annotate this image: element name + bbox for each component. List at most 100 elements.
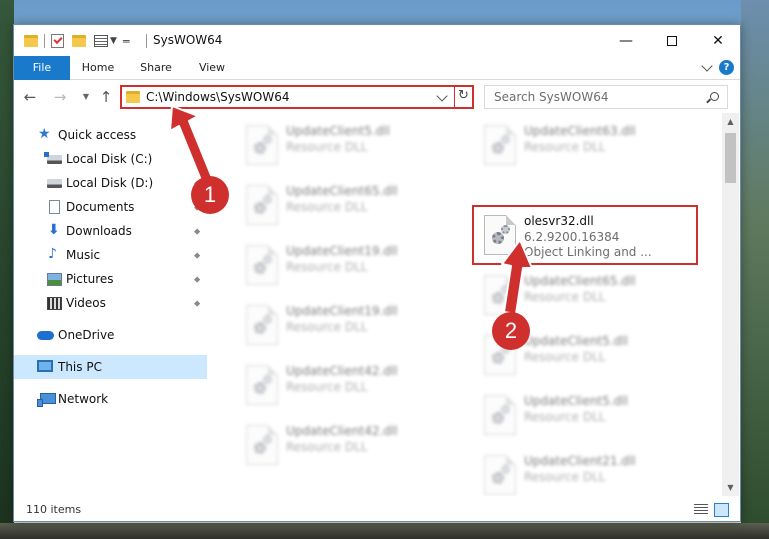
properties-check-icon[interactable]	[51, 34, 64, 48]
sidebar-item-music[interactable]: ♪ Music ⬥	[14, 243, 207, 267]
scroll-up-icon[interactable]: ▲	[722, 113, 739, 130]
sidebar-item-network[interactable]: Network	[14, 387, 207, 411]
pin-icon: ⬥	[194, 299, 201, 309]
file-name: UpdateClient63.dll	[524, 124, 636, 138]
quick-access-toolbar: ▼ ═	[24, 33, 130, 49]
minimize-button[interactable]: —	[603, 25, 649, 56]
customize-toolbar-arrow-icon[interactable]: ═	[123, 35, 130, 48]
sidebar-item-label: This PC	[58, 360, 102, 374]
sidebar-item-label: Music	[66, 248, 101, 262]
file-name: UpdateClient19.dll	[286, 244, 398, 258]
search-icon[interactable]	[710, 92, 719, 101]
file-item[interactable]: UpdateClient5.dll Resource DLL	[472, 387, 708, 443]
address-path[interactable]: C:\Windows\SysWOW64	[146, 90, 290, 104]
file-item[interactable]: UpdateClient5.dll Resource DLL	[234, 117, 470, 173]
dll-file-icon	[484, 125, 516, 165]
sidebar-item-downloads[interactable]: ⬇ Downloads ⬥	[14, 219, 207, 243]
file-name: UpdateClient42.dll	[286, 424, 398, 438]
status-bar: 110 items	[14, 499, 740, 521]
tab-share[interactable]: Share	[136, 56, 176, 80]
file-name: UpdateClient65.dll	[524, 274, 636, 288]
sidebar-item-local-disk-c[interactable]: Local Disk (C:) ⬥	[14, 147, 207, 171]
sidebar-item-this-pc[interactable]: This PC	[14, 355, 207, 379]
up-button[interactable]: ↑	[96, 87, 116, 107]
sidebar-item-label: Documents	[66, 200, 135, 214]
drive-icon	[47, 179, 62, 188]
sidebar-item-documents[interactable]: Documents ⬥	[14, 195, 207, 219]
dll-file-icon	[246, 425, 278, 465]
pin-icon: ⬥	[194, 275, 201, 285]
file-item[interactable]: UpdateClient42.dll Resource DLL	[234, 357, 470, 413]
folder-icon	[24, 35, 38, 47]
scrollbar-thumb[interactable]	[725, 133, 736, 183]
search-box[interactable]: Search SysWOW64	[484, 85, 728, 109]
sidebar-item-pictures[interactable]: Pictures ⬥	[14, 267, 207, 291]
videos-icon	[47, 297, 62, 310]
dll-file-icon	[246, 245, 278, 285]
background-tree-right	[741, 0, 769, 539]
file-item[interactable]: UpdateClient19.dll Resource DLL	[234, 237, 470, 293]
file-type: Resource DLL	[524, 470, 606, 484]
pin-icon: ⬥	[194, 155, 201, 165]
sidebar-item-label: Pictures	[66, 272, 114, 286]
sidebar-item-local-disk-d[interactable]: Local Disk (D:) ⬥	[14, 171, 207, 195]
rename-icon[interactable]	[94, 35, 108, 47]
details-view-icon[interactable]	[694, 504, 708, 516]
navigation-bar: ← → ▼ ↑ C:\Windows\SysWOW64 ↻ Search Sys…	[14, 81, 740, 113]
expand-ribbon-chevron-icon[interactable]	[701, 59, 713, 72]
file-item[interactable]: UpdateClient63.dll Resource DLL	[472, 117, 708, 173]
file-name: UpdateClient42.dll	[286, 364, 398, 378]
close-icon: ✕	[712, 32, 724, 49]
sidebar-item-label: Downloads	[66, 224, 132, 238]
tab-home[interactable]: Home	[78, 56, 118, 80]
tab-file[interactable]: File	[14, 56, 70, 80]
forward-button[interactable]: →	[50, 87, 70, 107]
maximize-button[interactable]	[649, 25, 695, 56]
help-icon[interactable]: ?	[719, 60, 734, 75]
sidebar-item-label: Network	[58, 392, 109, 406]
highlight-box-olesvr32	[472, 205, 698, 265]
search-input[interactable]: Search SysWOW64	[494, 90, 608, 104]
dll-file-icon	[484, 455, 516, 495]
tab-view[interactable]: View	[192, 56, 232, 80]
file-type: Resource DLL	[524, 290, 606, 304]
file-list: UpdateClient5.dll Resource DLL UpdateCli…	[208, 113, 722, 496]
file-name: UpdateClient21.dll	[524, 454, 636, 468]
star-icon: ★	[38, 126, 51, 142]
ribbon-controls: ?	[701, 59, 734, 75]
recent-locations-button[interactable]: ▼	[76, 87, 96, 107]
file-item[interactable]: UpdateClient42.dll Resource DLL	[234, 417, 470, 473]
close-button[interactable]: ✕	[695, 25, 741, 56]
file-type: Resource DLL	[286, 260, 368, 274]
file-name: UpdateClient19.dll	[286, 304, 398, 318]
file-name: UpdateClient5.dll	[524, 394, 628, 408]
file-item[interactable]: UpdateClient19.dll Resource DLL	[234, 297, 470, 353]
back-button[interactable]: ←	[20, 87, 40, 107]
sidebar-item-label: Local Disk (D:)	[66, 176, 154, 190]
vertical-scrollbar[interactable]: ▲ ▼	[722, 113, 739, 496]
sidebar-item-quick-access[interactable]: ★ Quick access	[14, 123, 207, 147]
tiles-view-icon[interactable]	[714, 503, 729, 517]
title-bar: ▼ ═ SysWOW64 — ✕	[14, 25, 740, 56]
dll-file-icon	[484, 395, 516, 435]
customize-toolbar-caret-icon[interactable]: ▼	[110, 36, 117, 46]
address-dropdown-icon[interactable]	[436, 90, 448, 102]
file-name: UpdateClient65.dll	[286, 184, 398, 198]
scroll-down-icon[interactable]: ▼	[722, 479, 739, 496]
file-type: Resource DLL	[286, 380, 368, 394]
file-item[interactable]: UpdateClient65.dll Resource DLL	[234, 177, 470, 233]
file-type: Resource DLL	[524, 350, 606, 364]
sidebar-item-label: Local Disk (C:)	[66, 152, 153, 166]
address-bar[interactable]: C:\Windows\SysWOW64 ↻	[120, 85, 474, 109]
refresh-icon[interactable]: ↻	[458, 88, 469, 103]
sidebar-item-videos[interactable]: Videos ⬥	[14, 291, 207, 315]
file-item[interactable]: UpdateClient21.dll Resource DLL	[472, 447, 708, 496]
pin-icon: ⬥	[194, 251, 201, 261]
file-type: Resource DLL	[286, 320, 368, 334]
network-icon	[37, 393, 56, 407]
sidebar-item-label: Quick access	[58, 128, 137, 142]
folder-icon	[126, 91, 140, 103]
sidebar-item-onedrive[interactable]: OneDrive	[14, 323, 207, 347]
new-folder-icon[interactable]	[72, 35, 86, 47]
file-type: Resource DLL	[524, 410, 606, 424]
